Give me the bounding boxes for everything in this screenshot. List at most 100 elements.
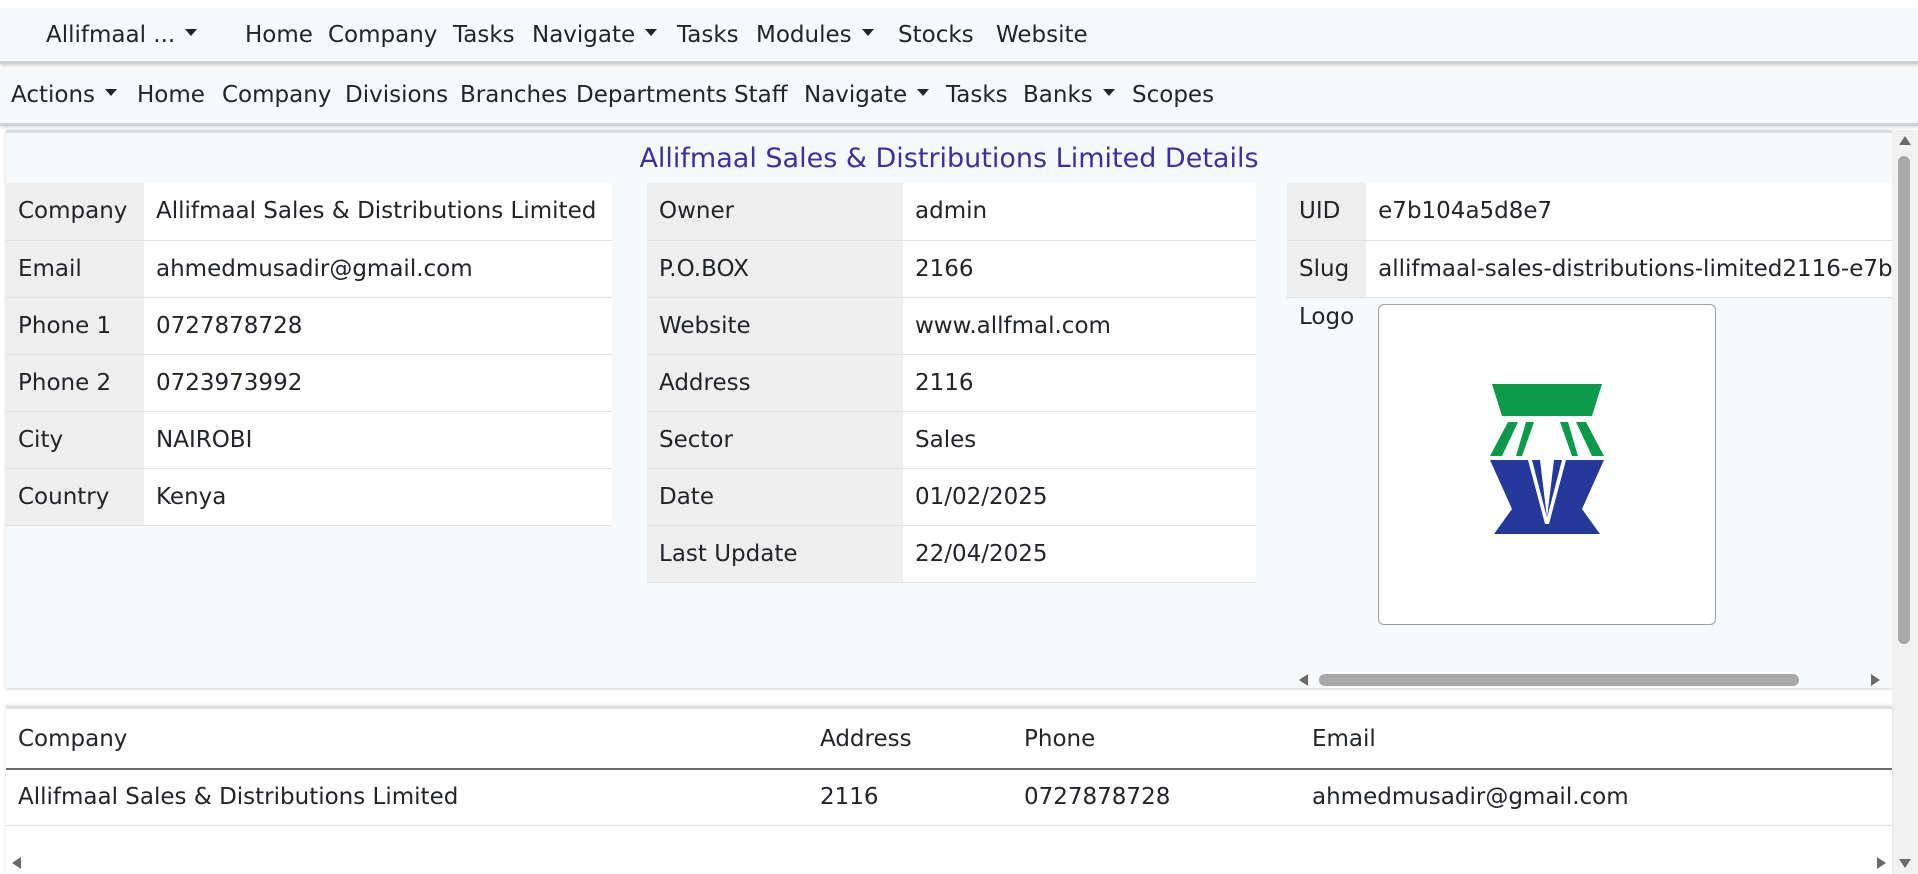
detail-value: admin [903,183,1256,241]
detail-label: Website [647,297,903,355]
detail-value: Allifmaal Sales & Distributions Limited [144,183,612,241]
sub-nav-navigate-dropdown[interactable]: Navigate [804,82,930,108]
logo-label: Logo [1287,297,1367,653]
horizontal-scrollbar[interactable] [1287,669,1892,688]
company-details-card: Allifmaal Sales & Distributions Limited … [6,130,1892,688]
details-table-left: Company Allifmaal Sales & Distributions L… [6,183,612,526]
sub-nav-banks-label: Banks [1023,82,1093,108]
detail-value: www.allfmal.com [903,297,1256,355]
detail-label: Sector [647,411,903,469]
scroll-up-arrow-icon[interactable] [1899,136,1911,145]
detail-label: City [6,411,144,469]
top-nav-navigate-dropdown[interactable]: Navigate [532,22,658,48]
detail-row: Address 2116 [647,354,1256,412]
sub-nav-tasks[interactable]: Tasks [946,82,1008,108]
detail-value: 01/02/2025 [903,468,1256,526]
column-header-email: Email [1300,709,1892,770]
top-nav-home[interactable]: Home [245,22,313,48]
actions-dropdown[interactable]: Actions [11,82,118,108]
sub-nav-scopes[interactable]: Scopes [1132,82,1214,108]
caret-down-icon [185,29,198,36]
caret-down-icon [105,89,118,96]
scroll-right-arrow-icon[interactable] [1871,674,1880,686]
scroll-left-arrow-icon[interactable] [12,857,21,869]
detail-label: Address [647,354,903,412]
table-cell-company: Allifmaal Sales & Distributions Limited [6,769,808,826]
detail-label: Phone 2 [6,354,144,412]
scroll-down-arrow-icon[interactable] [1899,859,1911,868]
detail-row: Country Kenya [6,468,612,526]
column-header-company: Company [6,709,808,770]
details-table-right: UID e7b104a5d8e7 Slug allifmaal-sales-dist… [1287,183,1892,653]
detail-row: Last Update 22/04/2025 [647,525,1256,583]
detail-row: Email ahmedmusadir@gmail.com [6,240,612,298]
detail-row: City NAIROBI [6,411,612,469]
table-cell-phone: 0727878728 [1012,769,1300,826]
sub-nav-divisions[interactable]: Divisions [345,82,448,108]
sub-nav-banks-dropdown[interactable]: Banks [1023,82,1115,108]
top-nav-website[interactable]: Website [996,22,1088,48]
caret-down-icon [645,29,658,36]
diamond-logo-icon [1490,384,1605,534]
sub-nav-departments[interactable]: Departments [576,82,727,108]
detail-value: Kenya [144,468,612,526]
scroll-left-arrow-icon[interactable] [1299,674,1308,686]
caret-down-icon [1102,89,1115,96]
company-list-table-container: Company Address Phone Email Allifmaal Sa… [6,706,1892,874]
company-logo-image [1378,303,1717,625]
detail-value: 0723973992 [144,354,612,412]
sub-nav-home[interactable]: Home [137,82,205,108]
actions-label: Actions [11,82,96,108]
top-nav-stocks[interactable]: Stocks [898,22,974,48]
table-row[interactable]: Allifmaal Sales & Distributions Limited … [6,769,1892,826]
detail-row: Sector Sales [647,411,1256,469]
scroll-right-arrow-icon[interactable] [1877,857,1886,869]
scrollbar-thumb[interactable] [1319,674,1799,686]
brand-dropdown[interactable]: Allifmaal ... [46,22,198,48]
caret-down-icon [861,29,874,36]
detail-label: Country [6,468,144,526]
detail-label: Slug [1287,240,1367,298]
detail-value: ahmedmusadir@gmail.com [144,240,612,298]
sub-nav-branches[interactable]: Branches [460,82,567,108]
detail-value: 0727878728 [144,297,612,355]
detail-label: Company [6,183,144,241]
detail-value: Sales [903,411,1256,469]
scrollbar-thumb[interactable] [1898,156,1910,644]
page-title: Allifmaal Sales & Distributions Limited … [639,143,1259,174]
details-right-scroll-pane[interactable]: UID e7b104a5d8e7 Slug allifmaal-sales-dist… [1287,183,1892,653]
detail-label: Date [647,468,903,526]
column-header-address: Address [808,709,1012,770]
detail-label: Owner [647,183,903,241]
detail-value: 22/04/2025 [903,525,1256,583]
detail-label: Last Update [647,525,903,583]
detail-row: Phone 2 0723973992 [6,354,612,412]
top-nav-tasks-2[interactable]: Tasks [677,22,739,48]
sub-nav-company[interactable]: Company [222,82,331,108]
top-nav-modules-dropdown[interactable]: Modules [756,22,874,48]
detail-row: Company Allifmaal Sales & Distributions L… [6,183,612,241]
top-nav-navigate-label: Navigate [532,22,636,48]
detail-value: NAIROBI [144,411,612,469]
sub-nav-staff[interactable]: Staff [734,82,788,108]
brand-label: Allifmaal ... [46,22,176,48]
sub-nav-navigate-label: Navigate [804,82,908,108]
detail-row: P.O.BOX 2166 [647,240,1256,298]
top-nav-company[interactable]: Company [328,22,437,48]
detail-value: 2116 [903,354,1256,412]
sub-navbar: Actions Home Company Divisions Branches … [0,68,1918,126]
top-nav-tasks[interactable]: Tasks [453,22,515,48]
page-vertical-scrollbar[interactable] [1892,130,1918,874]
detail-value: e7b104a5d8e7 [1366,183,1892,241]
table-header-row: Company Address Phone Email [6,709,1892,770]
detail-label: UID [1287,183,1367,241]
detail-row: Owner admin [647,183,1256,241]
logo-cell [1366,297,1892,653]
table-cell-email: ahmedmusadir@gmail.com [1300,769,1892,826]
detail-value: 2166 [903,240,1256,298]
detail-row: Phone 1 0727878728 [6,297,612,355]
list-horizontal-scrollbar[interactable] [6,853,1892,873]
detail-row: Slug allifmaal-sales-distributions-limite… [1287,240,1892,298]
detail-label: Email [6,240,144,298]
detail-label: Phone 1 [6,297,144,355]
